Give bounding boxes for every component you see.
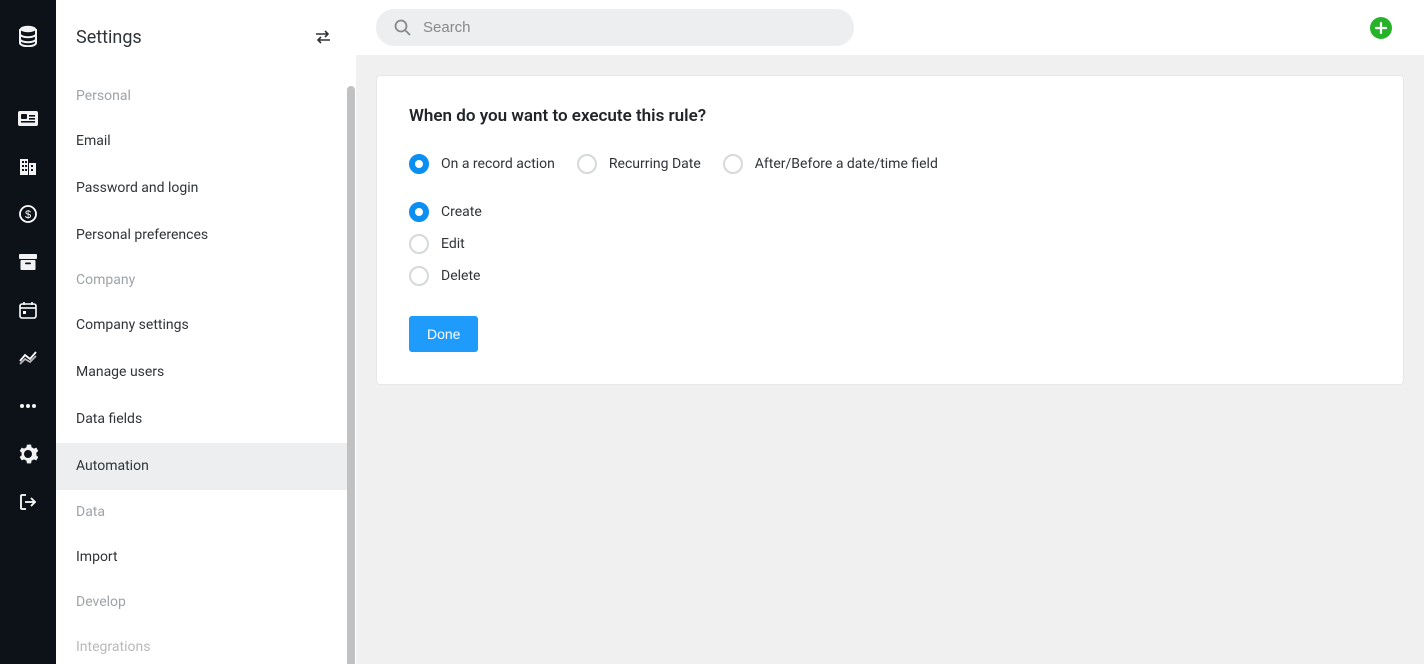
rule-card: When do you want to execute this rule? O…: [376, 75, 1404, 385]
swap-icon[interactable]: [311, 25, 335, 49]
done-button[interactable]: Done: [409, 316, 478, 352]
content: When do you want to execute this rule? O…: [356, 55, 1424, 664]
radio-dot-icon: [409, 202, 429, 222]
action-radio-group: Create Edit Delete: [409, 202, 1371, 286]
radio-dot-icon: [409, 234, 429, 254]
search-icon: [394, 19, 411, 36]
radio-dot-icon: [723, 154, 743, 174]
sidebar-section-personal: Personal: [56, 74, 355, 118]
radio-label: Create: [441, 204, 482, 220]
radio-label: After/Before a date/time field: [755, 156, 938, 172]
radio-dot-icon: [409, 266, 429, 286]
sidebar-section-company: Company: [56, 258, 355, 302]
sidebar-item-import[interactable]: Import: [56, 534, 355, 581]
search-input[interactable]: [423, 19, 836, 36]
sidebar-item-manage-users[interactable]: Manage users: [56, 349, 355, 396]
radio-on-record-action[interactable]: On a record action: [409, 154, 555, 174]
radio-dot-icon: [409, 154, 429, 174]
svg-text:$: $: [25, 209, 31, 221]
sidebar-section-data: Data: [56, 490, 355, 534]
sidebar-item-preferences[interactable]: Personal preferences: [56, 212, 355, 259]
chart-icon[interactable]: [0, 334, 56, 382]
logo-icon[interactable]: [0, 14, 56, 58]
nav-rail: $: [0, 0, 56, 664]
archive-icon[interactable]: [0, 238, 56, 286]
logout-icon[interactable]: [0, 478, 56, 526]
radio-label: Recurring Date: [609, 156, 701, 172]
sidebar-section-develop: Develop: [56, 580, 355, 624]
radio-recurring-date[interactable]: Recurring Date: [577, 154, 701, 174]
sidebar-item-automation[interactable]: Automation: [56, 443, 355, 490]
currency-icon[interactable]: $: [0, 190, 56, 238]
sidebar-item-company-settings[interactable]: Company settings: [56, 302, 355, 349]
settings-sidebar: Settings Personal Email Password and log…: [56, 0, 356, 664]
radio-create[interactable]: Create: [409, 202, 1371, 222]
radio-label: Delete: [441, 268, 480, 284]
plus-icon: [1375, 22, 1387, 34]
sidebar-item-data-fields[interactable]: Data fields: [56, 396, 355, 443]
search-field[interactable]: [376, 9, 854, 46]
radio-label: On a record action: [441, 156, 555, 172]
main-area: When do you want to execute this rule? O…: [356, 0, 1424, 664]
sidebar-header: Settings: [56, 0, 355, 74]
radio-after-before-date[interactable]: After/Before a date/time field: [723, 154, 938, 174]
radio-delete[interactable]: Delete: [409, 266, 1371, 286]
radio-label: Edit: [441, 236, 465, 252]
card-title: When do you want to execute this rule?: [409, 106, 1371, 126]
sidebar-item-email[interactable]: Email: [56, 118, 355, 165]
add-button[interactable]: [1370, 17, 1392, 39]
gear-icon[interactable]: [0, 430, 56, 478]
more-icon[interactable]: [0, 382, 56, 430]
topbar: [356, 0, 1424, 55]
building-icon[interactable]: [0, 142, 56, 190]
calendar-icon[interactable]: [0, 286, 56, 334]
radio-dot-icon: [577, 154, 597, 174]
sidebar-item-integrations[interactable]: Integrations: [56, 624, 355, 664]
radio-edit[interactable]: Edit: [409, 234, 1371, 254]
trigger-radio-group: On a record action Recurring Date After/…: [409, 154, 1371, 174]
sidebar-title: Settings: [76, 27, 142, 48]
sidebar-item-password[interactable]: Password and login: [56, 165, 355, 212]
sidebar-scroll[interactable]: Personal Email Password and login Person…: [56, 74, 355, 664]
id-card-icon[interactable]: [0, 94, 56, 142]
sidebar-scrollbar[interactable]: [347, 86, 355, 664]
